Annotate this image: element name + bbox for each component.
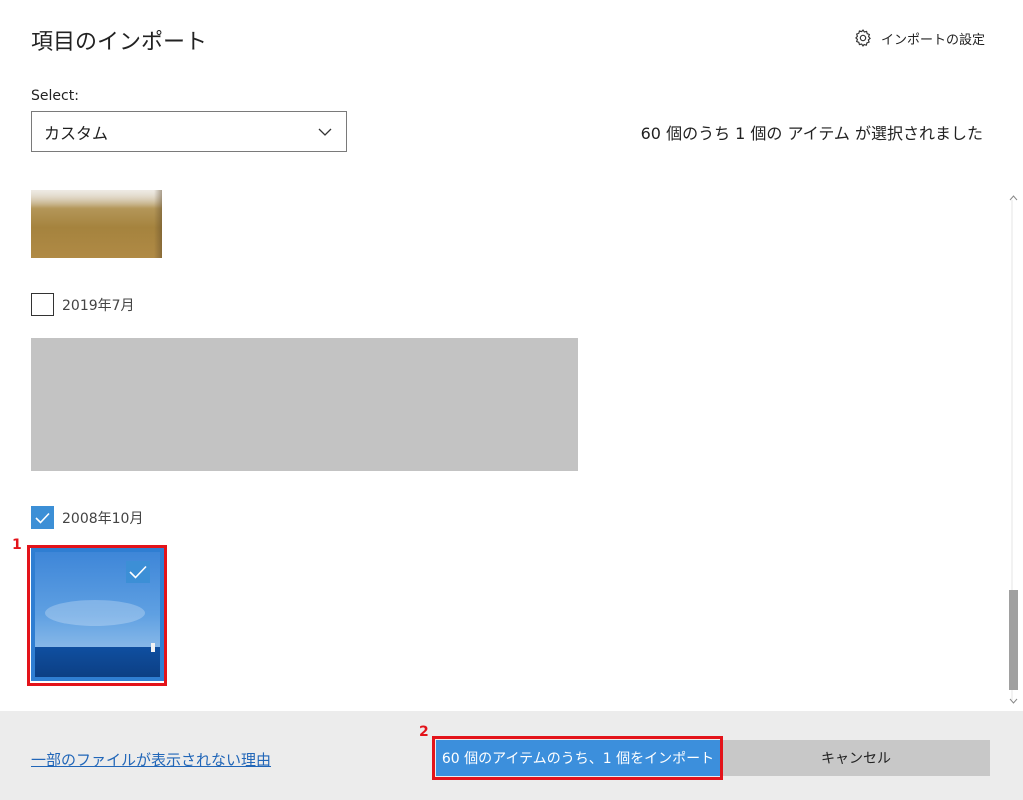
checkmark-icon	[129, 565, 147, 579]
checkmark-icon	[35, 512, 50, 524]
page-title: 項目のインポート	[31, 30, 208, 55]
photo-thumbnail[interactable]	[31, 190, 162, 258]
photo-sea	[35, 647, 160, 677]
group-checkbox-2008-10[interactable]	[31, 506, 54, 529]
sky-photo	[35, 552, 160, 677]
scroll-down-icon[interactable]	[1009, 698, 1018, 704]
cancel-button[interactable]: キャンセル	[722, 740, 990, 776]
photo-thumbnail-placeholder[interactable]	[31, 338, 578, 471]
date-group-2019-07: 2019年7月	[31, 293, 135, 316]
photo-selected-check[interactable]	[126, 561, 150, 583]
vertical-scrollbar[interactable]	[1007, 188, 1020, 710]
import-settings-link[interactable]: インポートの設定	[853, 28, 985, 48]
scroll-thumb[interactable]	[1009, 590, 1018, 690]
group-label: 2019年7月	[62, 297, 135, 314]
chevron-down-icon	[318, 128, 332, 136]
photo-boat	[151, 643, 155, 652]
missing-files-help-link[interactable]: 一部のファイルが表示されない理由	[31, 749, 271, 770]
selected-photo-thumbnail[interactable]	[31, 548, 164, 681]
annotation-marker-1: 1	[12, 537, 22, 553]
import-dialog: 項目のインポート インポートの設定 Select: カスタム 60 個のうち 1…	[0, 0, 1023, 800]
import-button[interactable]: 60 個のアイテムのうち、1 個をインポート	[436, 740, 720, 776]
import-settings-label: インポートの設定	[880, 32, 985, 48]
selection-filter-dropdown[interactable]: カスタム	[31, 111, 347, 152]
annotation-marker-2: 2	[419, 724, 429, 740]
gear-icon	[855, 29, 871, 47]
date-group-2008-10: 2008年10月	[31, 506, 143, 529]
group-label: 2008年10月	[62, 510, 144, 527]
dropdown-selected-value: カスタム	[44, 123, 109, 143]
group-checkbox-2019-07[interactable]	[31, 293, 54, 316]
photo-cloud	[45, 600, 145, 626]
select-label: Select:	[31, 88, 79, 104]
selection-status-text: 60 個のうち 1 個の アイテム が選択されました	[640, 124, 983, 143]
dialog-footer: 一部のファイルが表示されない理由 60 個のアイテムのうち、1 個をインポート …	[0, 711, 1023, 800]
